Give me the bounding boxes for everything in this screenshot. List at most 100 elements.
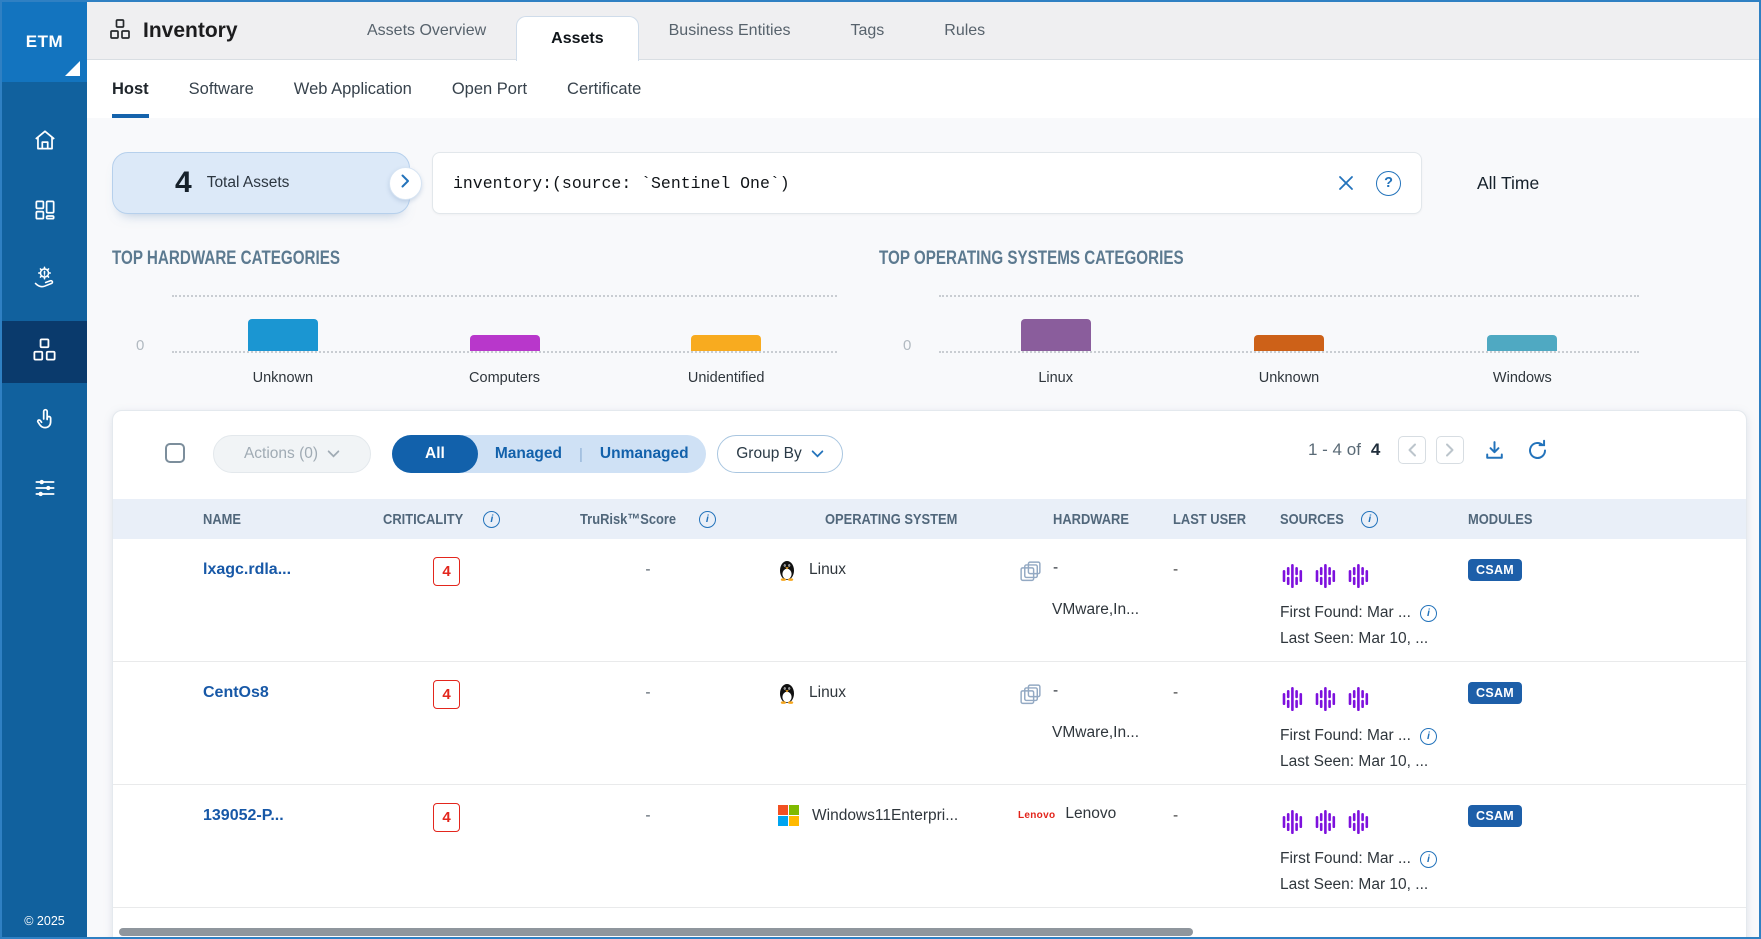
sentinelone-icon[interactable] bbox=[1346, 563, 1371, 594]
search-input[interactable] bbox=[453, 174, 1316, 193]
tab-assets[interactable]: Assets bbox=[516, 16, 638, 61]
info-icon[interactable]: i bbox=[1361, 511, 1378, 528]
content-area: 4 Total Assets ? All Time TOP HARDWARE C… bbox=[87, 118, 1759, 937]
etm-logo[interactable]: ETM bbox=[2, 2, 87, 82]
info-icon[interactable]: i bbox=[483, 511, 500, 528]
total-assets-label: Total Assets bbox=[207, 174, 290, 192]
select-all-checkbox[interactable] bbox=[165, 443, 185, 463]
total-assets-count: 4 bbox=[175, 166, 192, 200]
sidebar-item-risk-management[interactable] bbox=[2, 249, 87, 311]
sentinelone-icon[interactable] bbox=[1280, 809, 1305, 840]
tab-tags[interactable]: Tags bbox=[820, 2, 914, 60]
first-found-text: First Found: Mar ... bbox=[1280, 604, 1411, 622]
column-header-hardware[interactable]: HARDWARE bbox=[1018, 511, 1173, 528]
query-help-icon[interactable]: ? bbox=[1376, 171, 1401, 196]
clear-search-icon[interactable] bbox=[1336, 173, 1356, 193]
bar-plot-area bbox=[939, 295, 1639, 353]
subtab-web-application[interactable]: Web Application bbox=[294, 60, 412, 118]
download-icon[interactable] bbox=[1482, 438, 1507, 463]
sources-cell: First Found: Mar ... i Last Seen: Mar 10… bbox=[1278, 539, 1468, 648]
table-row: 139052-P... 4 - Windows11Enterpri... Len… bbox=[113, 785, 1746, 908]
refresh-icon[interactable] bbox=[1525, 438, 1550, 463]
criticality-cell: 4 bbox=[368, 785, 538, 832]
bar-unknown[interactable] bbox=[248, 319, 318, 351]
sidebar-item-home[interactable] bbox=[2, 111, 87, 173]
trurisk-score-cell: - bbox=[538, 785, 758, 825]
chart-title: TOP OPERATING SYSTEMS CATEGORIES bbox=[879, 248, 1184, 270]
time-range-selector[interactable]: All Time bbox=[1477, 152, 1539, 214]
dashboards-icon bbox=[32, 197, 58, 228]
tab-assets-overview[interactable]: Assets Overview bbox=[337, 2, 516, 60]
sentinelone-icon[interactable] bbox=[1346, 686, 1371, 717]
sentinelone-icon[interactable] bbox=[1313, 563, 1338, 594]
table-row: lxagc.rdla... 4 - Linux Lenovo - VMware,… bbox=[113, 539, 1746, 662]
bar-linux[interactable] bbox=[1021, 319, 1091, 351]
bar-windows[interactable] bbox=[1487, 335, 1557, 351]
last-seen-line: Last Seen: Mar 10, ... bbox=[1280, 876, 1468, 894]
table-row: CentOs8 4 - Linux Lenovo - VMware,In... … bbox=[113, 662, 1746, 785]
asset-name-link[interactable]: 139052-P... bbox=[183, 785, 368, 825]
bar-unknown[interactable] bbox=[1254, 335, 1324, 351]
operating-system-cell: Linux bbox=[758, 539, 1018, 586]
column-header-operating-system[interactable]: OPERATING SYSTEM bbox=[758, 511, 1018, 528]
expand-summary-button[interactable] bbox=[389, 167, 422, 200]
column-header-criticality[interactable]: CRITICALITYi bbox=[368, 511, 538, 528]
previous-page-button[interactable] bbox=[1398, 436, 1426, 464]
bar-computers[interactable] bbox=[470, 335, 540, 351]
copyright: © 2025 bbox=[2, 914, 87, 928]
home-icon bbox=[32, 127, 58, 158]
category-label: Linux bbox=[1038, 370, 1073, 386]
info-icon[interactable]: i bbox=[1420, 605, 1437, 622]
column-header-last-user[interactable]: LAST USER bbox=[1173, 511, 1278, 528]
tab-rules[interactable]: Rules bbox=[914, 2, 1015, 60]
tab-business-entities[interactable]: Business Entities bbox=[639, 2, 821, 60]
first-found-line: First Found: Mar ... i bbox=[1280, 727, 1468, 745]
inventory-boxes-icon bbox=[31, 336, 58, 368]
column-header-name[interactable]: NAME bbox=[183, 511, 368, 528]
top-hardware-categories-chart: TOP HARDWARE CATEGORIES 0 UnknownCompute… bbox=[112, 232, 837, 410]
group-by-button[interactable]: Group By bbox=[717, 435, 843, 473]
sentinelone-icon[interactable] bbox=[1346, 809, 1371, 840]
segment-all[interactable]: All bbox=[392, 435, 478, 473]
sentinelone-icon[interactable] bbox=[1280, 686, 1305, 717]
total-assets-pill[interactable]: 4 Total Assets bbox=[112, 152, 410, 214]
sidebar-item-settings[interactable] bbox=[2, 459, 87, 521]
segment-managed[interactable]: Managed bbox=[478, 445, 579, 463]
actions-button[interactable]: Actions (0) bbox=[213, 435, 371, 473]
column-header-sources[interactable]: SOURCESi bbox=[1278, 511, 1468, 528]
sentinelone-icon[interactable] bbox=[1313, 686, 1338, 717]
subtab-software[interactable]: Software bbox=[189, 60, 254, 118]
last-seen-text: Last Seen: Mar 10, ... bbox=[1280, 630, 1428, 648]
last-user-cell: - bbox=[1173, 662, 1278, 702]
virtual-machine-icon bbox=[1018, 682, 1043, 712]
column-header-modules[interactable]: MODULES bbox=[1468, 511, 1746, 528]
sentinelone-icon[interactable] bbox=[1313, 809, 1338, 840]
horizontal-scrollbar[interactable] bbox=[119, 928, 1193, 936]
criticality-cell: 4 bbox=[368, 539, 538, 586]
y-axis-zero-tick: 0 bbox=[136, 337, 144, 354]
asset-name-link[interactable]: CentOs8 bbox=[183, 662, 368, 702]
column-header-trurisk-score[interactable]: TruRisk™Scorei bbox=[538, 511, 758, 528]
windows-logo-icon bbox=[778, 805, 799, 831]
trurisk-score-cell: - bbox=[538, 662, 758, 702]
subtab-certificate[interactable]: Certificate bbox=[567, 60, 641, 118]
asset-name-link[interactable]: lxagc.rdla... bbox=[183, 539, 368, 579]
lenovo-logo: Lenovo bbox=[1018, 810, 1055, 821]
sidebar-item-inventory[interactable] bbox=[2, 321, 87, 383]
sidebar-item-dashboards[interactable] bbox=[2, 181, 87, 243]
info-icon[interactable]: i bbox=[1420, 851, 1437, 868]
subtab-open-port[interactable]: Open Port bbox=[452, 60, 527, 118]
info-icon[interactable]: i bbox=[699, 511, 716, 528]
actions-button-label: Actions (0) bbox=[244, 445, 318, 463]
next-page-button[interactable] bbox=[1436, 436, 1464, 464]
modules-cell: CSAM bbox=[1468, 662, 1746, 704]
bar-unidentified[interactable] bbox=[691, 335, 761, 351]
sidebar-item-response[interactable] bbox=[2, 390, 87, 452]
info-icon[interactable]: i bbox=[1420, 728, 1437, 745]
linux-tux-icon bbox=[778, 682, 796, 709]
main-area: Inventory Assets Overview Assets Busines… bbox=[87, 2, 1759, 937]
linux-tux-icon bbox=[778, 559, 796, 586]
sentinelone-icon[interactable] bbox=[1280, 563, 1305, 594]
segment-unmanaged[interactable]: Unmanaged bbox=[583, 445, 706, 463]
subtab-host[interactable]: Host bbox=[112, 60, 149, 118]
